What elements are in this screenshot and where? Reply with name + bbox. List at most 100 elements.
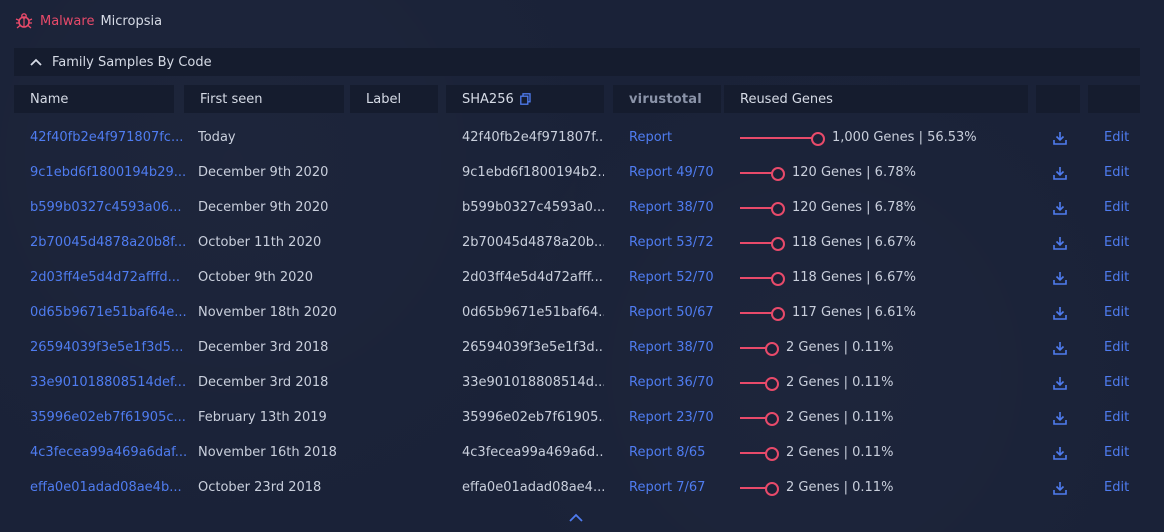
virustotal-report-link[interactable]: Report 50/67 (629, 295, 729, 330)
download-icon[interactable] (1053, 236, 1067, 250)
sample-name-link[interactable]: 2d03ff4e5d4d72afffd... (30, 260, 186, 295)
virustotal-report-link[interactable]: Report (629, 120, 729, 155)
genes-slider-knob (771, 271, 785, 286)
edit-link[interactable]: Edit (1104, 400, 1144, 435)
edit-link[interactable]: Edit (1104, 470, 1144, 505)
chevron-up-icon[interactable] (30, 58, 42, 66)
sample-name-link[interactable]: effa0e01adad08ae4b... (30, 470, 186, 505)
download-icon[interactable] (1053, 306, 1067, 320)
sample-name-link[interactable]: 42f40fb2e4f971807fc... (30, 120, 186, 155)
reused-genes: 117 Genes | 6.61% (740, 295, 1040, 330)
col-label[interactable]: Label (350, 85, 438, 113)
col-reused-genes[interactable]: Reused Genes (724, 85, 1028, 113)
genes-slider-knob (765, 341, 779, 356)
download-icon[interactable] (1053, 271, 1067, 285)
reused-genes: 1,000 Genes | 56.53% (740, 120, 1040, 155)
sha256-value: 42f40fb2e4f971807f... (462, 130, 604, 145)
genes-slider-knob (771, 166, 785, 181)
download-button[interactable] (1050, 435, 1070, 470)
col-sha256-label: SHA256 (462, 91, 514, 107)
download-button[interactable] (1050, 120, 1070, 155)
sample-name-link[interactable]: b599b0327c4593a06... (30, 190, 186, 225)
virustotal-report-link[interactable]: Report 8/65 (629, 435, 729, 470)
genes-slider (740, 201, 785, 216)
download-button[interactable] (1050, 190, 1070, 225)
sample-name-link[interactable]: 35996e02eb7f61905c... (30, 400, 186, 435)
download-icon[interactable] (1053, 201, 1067, 215)
genes-slider-knob (765, 376, 779, 391)
edit-link[interactable]: Edit (1104, 260, 1144, 295)
genes-slider (740, 271, 785, 286)
table-row: 33e901018808514def... December 3rd 2018 … (14, 365, 1140, 400)
edit-link[interactable]: Edit (1104, 120, 1144, 155)
edit-link[interactable]: Edit (1104, 295, 1144, 330)
edit-link[interactable]: Edit (1104, 365, 1144, 400)
col-name[interactable]: Name (14, 85, 174, 113)
table-row: 42f40fb2e4f971807fc... Today 42f40fb2e4f… (14, 120, 1140, 155)
edit-link[interactable]: Edit (1104, 330, 1144, 365)
sample-name-link[interactable]: 26594039f3e5e1f3d5... (30, 330, 186, 365)
edit-link[interactable]: Edit (1104, 435, 1144, 470)
genes-slider (740, 131, 825, 146)
edit-link[interactable]: Edit (1104, 190, 1144, 225)
sha256-value: 0d65b9671e51baf64... (462, 305, 604, 320)
genes-slider-knob (765, 481, 779, 496)
virustotal-report-link[interactable]: Report 49/70 (629, 155, 729, 190)
download-icon[interactable] (1053, 341, 1067, 355)
download-button[interactable] (1050, 295, 1070, 330)
download-button[interactable] (1050, 155, 1070, 190)
download-button[interactable] (1050, 365, 1070, 400)
samples-table-body: 42f40fb2e4f971807fc... Today 42f40fb2e4f… (14, 120, 1140, 505)
genes-slider-knob (765, 446, 779, 461)
reused-genes: 2 Genes | 0.11% (740, 330, 1040, 365)
genes-text: 2 Genes | 0.11% (786, 375, 894, 390)
reused-genes: 2 Genes | 0.11% (740, 435, 1040, 470)
edit-link[interactable]: Edit (1104, 155, 1144, 190)
download-button[interactable] (1050, 470, 1070, 505)
col-download (1036, 85, 1080, 113)
edit-link[interactable]: Edit (1104, 225, 1144, 260)
download-icon[interactable] (1053, 131, 1067, 145)
genes-slider-knob (765, 411, 779, 426)
first-seen-value: November 18th 2020 (198, 305, 337, 320)
virustotal-report-link[interactable]: Report 38/70 (629, 330, 729, 365)
sample-name-link[interactable]: 4c3fecea99a469a6daf... (30, 435, 186, 470)
download-button[interactable] (1050, 260, 1070, 295)
download-icon[interactable] (1053, 446, 1067, 460)
reused-genes: 2 Genes | 0.11% (740, 400, 1040, 435)
genes-text: 2 Genes | 0.11% (786, 445, 894, 460)
genes-slider (740, 166, 785, 181)
sample-name-link[interactable]: 9c1ebd6f1800194b29... (30, 155, 186, 190)
virustotal-report-link[interactable]: Report 36/70 (629, 365, 729, 400)
copy-icon[interactable] (519, 93, 531, 105)
first-seen-value: October 9th 2020 (198, 270, 313, 285)
first-seen-value: November 16th 2018 (198, 445, 337, 460)
sample-name-link[interactable]: 33e901018808514def... (30, 365, 186, 400)
col-first-seen-label: First seen (200, 91, 263, 107)
download-button[interactable] (1050, 400, 1070, 435)
col-first-seen[interactable]: First seen (184, 85, 344, 113)
download-button[interactable] (1050, 225, 1070, 260)
virustotal-report-link[interactable]: Report 38/70 (629, 190, 729, 225)
chevron-up-icon[interactable] (569, 513, 583, 523)
download-button[interactable] (1050, 330, 1070, 365)
download-icon[interactable] (1053, 376, 1067, 390)
table-row: 2b70045d4878a20b8f... October 11th 2020 … (14, 225, 1140, 260)
virustotal-report-link[interactable]: Report 52/70 (629, 260, 729, 295)
download-icon[interactable] (1053, 481, 1067, 495)
virustotal-report-link[interactable]: Report 23/70 (629, 400, 729, 435)
virustotal-report-link[interactable]: Report 7/67 (629, 470, 729, 505)
download-icon[interactable] (1053, 166, 1067, 180)
col-sha256[interactable]: SHA256 (446, 85, 604, 113)
download-icon[interactable] (1053, 411, 1067, 425)
first-seen-value: October 11th 2020 (198, 235, 322, 250)
first-seen-value: December 3rd 2018 (198, 375, 329, 390)
first-seen-value: February 13th 2019 (198, 410, 327, 425)
sample-name-link[interactable]: 0d65b9671e51baf64e... (30, 295, 186, 330)
virustotal-report-link[interactable]: Report 53/72 (629, 225, 729, 260)
genes-text: 118 Genes | 6.67% (792, 235, 916, 250)
sample-name-link[interactable]: 2b70045d4878a20b8f... (30, 225, 186, 260)
genes-slider-knob (771, 201, 785, 216)
panel-header[interactable]: Family Samples By Code (14, 48, 1140, 76)
col-virustotal[interactable]: virustotal (613, 85, 721, 113)
